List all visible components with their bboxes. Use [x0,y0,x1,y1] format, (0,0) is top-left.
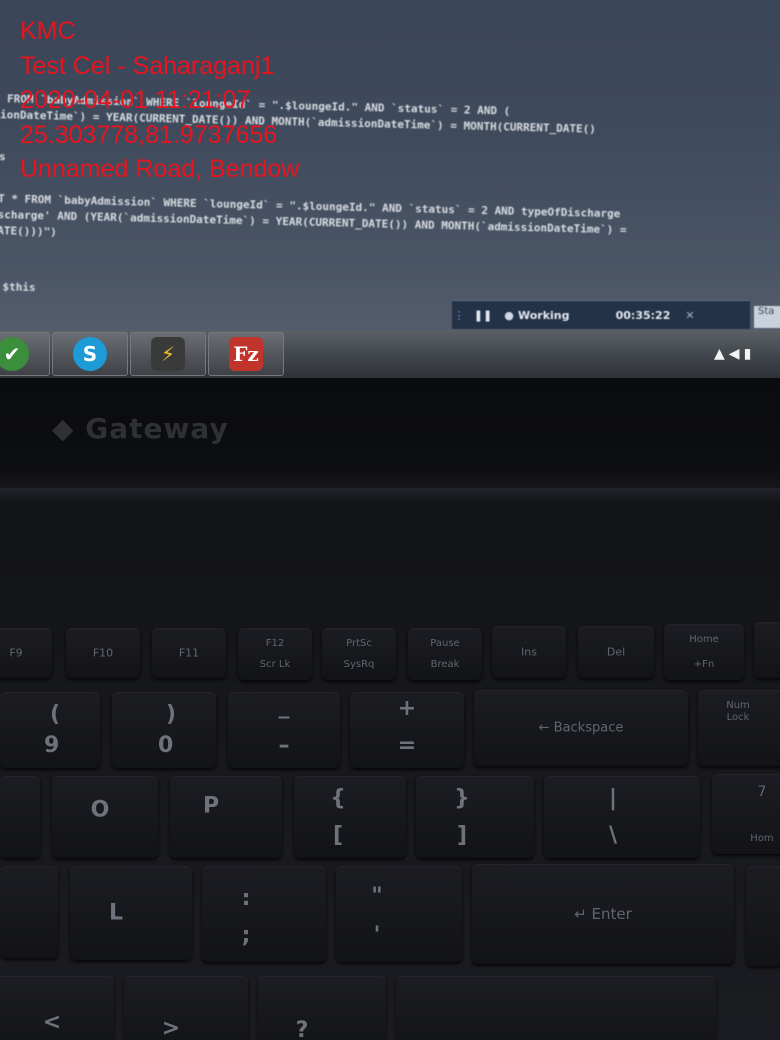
taskbar-button-check[interactable]: ✔ [0,332,50,376]
key-pause[interactable]: Pause Break [408,628,482,680]
check-icon: ✔ [0,337,29,371]
key-slash[interactable]: ? [258,976,386,1040]
drag-grip-icon[interactable]: ⋮ [452,309,466,322]
status-dot-icon: ● [504,308,514,322]
overlay-location-name: Test Cel - Saharaganj1 [20,51,275,80]
key-home[interactable]: Home +Fn [664,624,744,680]
brand-logo: ◆ Gateway [52,412,229,445]
key-minus[interactable]: _ – [228,692,340,768]
key-numpad-7[interactable]: 7 Hom [712,774,780,854]
tray-arrow-icon[interactable]: ▲ [714,346,729,362]
key-f12[interactable]: F12 Scr Lk [238,628,312,680]
offscreen-window-edge: Sta [754,306,780,328]
key-9[interactable]: ( 9 [0,692,100,768]
key-num-lock[interactable]: Num Lock [698,690,780,766]
key-ins[interactable]: Ins [492,626,566,678]
key-end-partial[interactable] [754,622,780,678]
key-numpad-4-partial[interactable] [746,866,780,966]
key-del[interactable]: Del [578,626,654,678]
geotag-overlay: KMC Test Cel - Saharaganj1 2020-04-01 11… [20,14,299,187]
key-equals[interactable]: + = [350,692,464,768]
key-p[interactable]: P [170,776,282,858]
brand-name: Gateway [85,412,229,445]
gateway-logo-icon: ◆ [52,412,75,445]
speaker-icon[interactable]: ◀ [729,346,744,362]
photo-scene: * FROM `babyAdmission` WHERE `loungeId` … [0,0,780,1040]
key-i-partial[interactable] [0,776,40,858]
system-tray: ▲◀▮ [714,346,755,362]
windows-taskbar: ✔ S ⚡ Fz [0,330,780,378]
overlay-timestamp: 2020-04-01 11:21:07 [20,86,251,114]
overlay-coordinates: 25.303778,81.9737656 [20,120,278,149]
key-right-bracket[interactable]: } ] [416,776,534,858]
key-0[interactable]: ) 0 [112,692,216,768]
overlay-org: KMC [20,17,76,45]
key-prtsc[interactable]: PrtSc SysRq [322,628,396,680]
overlay-address: Unnamed Road, Bendow [20,155,300,183]
key-f11[interactable]: F11 [152,628,226,678]
close-icon[interactable]: ✕ [678,309,702,322]
key-shift-right[interactable] [396,976,716,1040]
flag-icon[interactable]: ▮ [744,346,756,362]
taskbar-button-zap[interactable]: ⚡ [130,332,206,376]
key-enter[interactable]: ↵ Enter [472,864,734,964]
zap-icon: ⚡ [151,337,185,371]
taskbar-button-skype[interactable]: S [52,332,128,376]
taskbar-button-filezilla[interactable]: Fz [208,332,284,376]
key-backslash[interactable]: | \ [544,776,700,858]
time-tracker-toolbar: ⋮ ❚❚ ● Working 00:35:22 ✕ [452,300,750,329]
key-f10[interactable]: F10 [66,628,140,678]
laptop-hinge [0,488,780,504]
key-quote[interactable]: " ' [336,866,462,962]
key-backspace[interactable]: ← Backspace [474,690,688,766]
filezilla-icon: Fz [229,337,263,371]
key-f9[interactable]: F9 [0,628,52,678]
pause-icon[interactable]: ❚❚ [466,309,500,322]
skype-icon: S [73,337,107,371]
tracker-status: Working [518,308,570,322]
tracker-timer: 00:35:22 [615,308,671,322]
